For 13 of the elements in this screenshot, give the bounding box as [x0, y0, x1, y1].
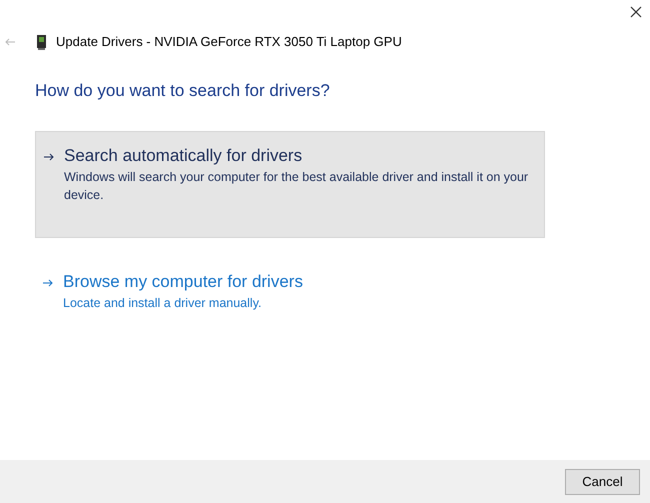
- window-title: Update Drivers - NVIDIA GeForce RTX 3050 Ti Laptop GPU: [56, 33, 402, 52]
- option-link[interactable]: Search automatically for drivers Windows will search your computer for the best available driver and install it on your device.: [35, 130, 545, 238]
- option-link[interactable]: Browse my computer for drivers Locate and install a driver manually.: [35, 258, 545, 312]
- option-description: Windows will search your computer for the best available driver and install it on your device.: [64, 168, 530, 204]
- dialog-heading: How do you want to search for drivers?: [35, 80, 331, 102]
- option-title: Search automatically for drivers: [64, 144, 304, 166]
- arrow-icon: [43, 278, 53, 286]
- cancel-button[interactable]: Cancel: [565, 468, 640, 494]
- arrow-icon: [44, 152, 54, 160]
- close-icon[interactable]: [630, 6, 642, 18]
- option-description: Locate and install a driver manually.: [63, 294, 262, 312]
- option-title: Browse my computer for drivers: [63, 270, 303, 292]
- graphics-card-icon: [37, 34, 46, 50]
